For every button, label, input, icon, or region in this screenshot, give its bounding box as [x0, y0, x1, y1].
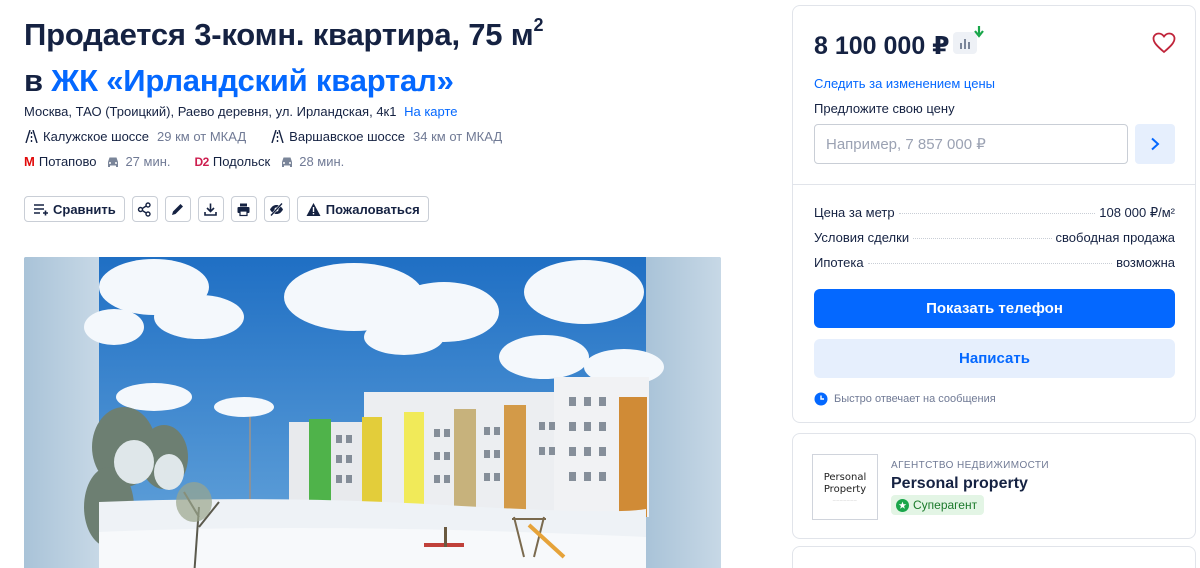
share-button[interactable]	[131, 196, 158, 222]
travel-time: 27 мин.	[125, 154, 171, 169]
station-name: Потапово	[38, 154, 97, 169]
photo-image	[24, 257, 721, 568]
highway-name: Калужское шоссе	[43, 129, 150, 144]
complain-button[interactable]: Пожаловаться	[296, 196, 429, 222]
metro-icon: М	[24, 154, 35, 169]
highway-icon	[271, 130, 284, 143]
next-card	[792, 546, 1196, 568]
complex-link[interactable]: ЖК «Ирландский квартал»	[51, 63, 454, 98]
transport-item: М Потапово 27 мин.	[24, 154, 171, 169]
dotted-leader	[867, 263, 1113, 264]
highway-name: Варшавское шоссе	[289, 129, 406, 144]
follow-price-link[interactable]: Следить за изменением цены	[814, 76, 995, 91]
highways-row: Калужское шоссе 29 км от МКАД Варшавское…	[24, 129, 526, 144]
station-name: Подольск	[212, 154, 271, 169]
chart-bar-icon	[960, 43, 962, 49]
on-map-link[interactable]: На карте	[404, 104, 457, 119]
divider	[793, 184, 1195, 185]
compare-label: Сравнить	[53, 201, 116, 217]
chart-bar-icon	[968, 42, 970, 49]
show-phone-button[interactable]: Показать телефон	[814, 289, 1175, 328]
write-message-button[interactable]: Написать	[814, 339, 1175, 378]
highway-icon	[25, 130, 38, 143]
compare-icon	[34, 203, 48, 215]
compare-button[interactable]: Сравнить	[24, 196, 125, 222]
detail-value: возможна	[1116, 255, 1175, 270]
highway-distance: 34 км от МКАД	[413, 129, 503, 144]
d2-icon: D2	[194, 154, 210, 169]
share-icon	[138, 201, 151, 217]
detail-row: Ипотека возможна	[814, 255, 1175, 270]
highway-distance: 29 км от МКАД	[157, 129, 247, 144]
printer-icon	[237, 203, 250, 216]
detail-value: 108 000 ₽/м²	[1099, 205, 1175, 220]
chevron-right-icon	[1151, 137, 1160, 151]
dotted-leader	[898, 213, 1096, 214]
address: Москва, ТАО (Троицкий), Раево деревня, у…	[24, 104, 458, 119]
superagent-badge: Суперагент	[891, 495, 985, 515]
offer-price-input[interactable]	[814, 124, 1128, 164]
star-badge-icon	[896, 498, 909, 512]
title-line-2: в ЖК «Ирландский квартал»	[24, 63, 454, 98]
detail-key: Цена за метр	[814, 205, 895, 220]
detail-key: Ипотека	[814, 255, 864, 270]
transport-item: D2 Подольск 28 мин.	[195, 154, 345, 169]
offer-price-label: Предложите свою цену	[814, 101, 955, 116]
agency-name[interactable]: Personal property	[891, 475, 1028, 493]
detail-value: свободная продажа	[1055, 230, 1175, 245]
clock-icon	[814, 392, 828, 406]
eye-off-icon	[270, 202, 284, 216]
price-down-arrow-icon	[974, 26, 984, 38]
favorite-heart-icon[interactable]	[1152, 32, 1176, 54]
highway-item: Калужское шоссе 29 км от МКАД	[24, 129, 246, 144]
detail-row: Условия сделки свободная продажа	[814, 230, 1175, 245]
chart-bar-icon	[964, 39, 966, 49]
agency-card: Personal Property ——————— АГЕНТСТВО НЕДВ…	[792, 433, 1196, 539]
agency-logo[interactable]: Personal Property ———————	[812, 454, 878, 520]
fast-reply-text: Быстро отвечает на сообщения	[834, 393, 996, 405]
agency-type: АГЕНТСТВО НЕДВИЖИМОСТИ	[891, 460, 1050, 471]
offer-submit-button[interactable]	[1135, 124, 1175, 164]
badge-label: Суперагент	[913, 498, 978, 512]
download-icon	[204, 203, 218, 216]
listing-photo[interactable]	[24, 257, 721, 568]
edit-button[interactable]	[164, 196, 191, 222]
car-icon	[108, 157, 119, 167]
address-text: Москва, ТАО (Троицкий), Раево деревня, у…	[24, 104, 397, 119]
travel-time: 28 мин.	[299, 154, 345, 169]
detail-key: Условия сделки	[814, 230, 910, 245]
title-line-1: Продается 3-комн. квартира, 75 м2	[24, 15, 544, 52]
download-button[interactable]	[197, 196, 224, 222]
pencil-icon	[172, 203, 184, 215]
hide-button[interactable]	[263, 196, 290, 222]
dotted-leader	[913, 238, 1052, 239]
print-button[interactable]	[230, 196, 257, 222]
price-card: 8 100 000 ₽ Следить за изменением цены П…	[792, 5, 1196, 423]
car-icon	[282, 157, 293, 167]
highway-item: Варшавское шоссе 34 км от МКАД	[270, 129, 502, 144]
complain-label: Пожаловаться	[325, 201, 420, 217]
price: 8 100 000 ₽	[814, 32, 950, 60]
page-title: Продается 3-комн. квартира, 75 м2 в ЖК «…	[24, 2, 744, 104]
detail-row: Цена за метр 108 000 ₽/м²	[814, 205, 1175, 221]
fast-reply-note: Быстро отвечает на сообщения	[814, 392, 996, 406]
action-toolbar: Сравнить Пожаловаться	[24, 196, 436, 222]
warning-icon	[306, 202, 321, 216]
transport-row: М Потапово 27 мин. D2 Подольск 28 мин.	[24, 154, 368, 169]
